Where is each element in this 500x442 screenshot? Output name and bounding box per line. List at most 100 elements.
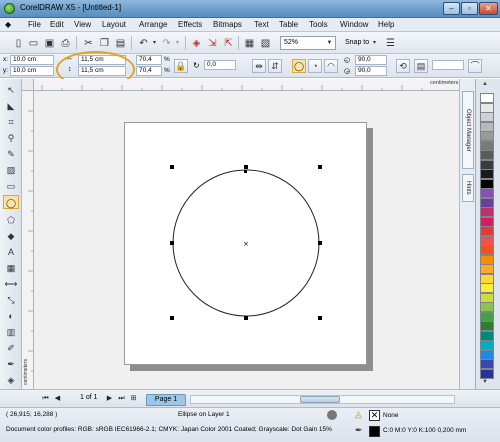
menu-window[interactable]: Window [340,20,368,29]
export-icon[interactable]: ⇱ [222,37,235,50]
paste-icon[interactable]: ▤ [114,37,127,50]
palette-swatch[interactable] [480,273,494,284]
previous-page-icon[interactable]: ◀ [52,393,63,404]
restore-button[interactable]: ▫ [461,2,478,15]
coreldraw-app-icon[interactable] [4,3,15,14]
blend-tool-icon[interactable]: ◐ [3,309,19,323]
scale-y-field[interactable]: 70,4 [136,66,162,76]
y-position-field[interactable]: 10,0 cm [10,66,54,76]
palette-swatch[interactable] [480,311,494,322]
connector-tool-icon[interactable]: ⤡ [3,293,19,307]
palette-swatch[interactable] [480,226,494,236]
scale-x-field[interactable]: 70,4 [136,55,162,65]
redo-dropdown-icon[interactable]: ▾ [171,37,184,50]
palette-swatch[interactable] [480,197,494,208]
menu-table[interactable]: Table [279,20,298,29]
palette-swatch[interactable] [480,302,494,312]
palette-swatch[interactable] [480,340,494,350]
fill-tool-icon[interactable]: ◈ [3,373,19,387]
smart-fill-icon[interactable]: ▨ [3,163,19,177]
outline-width-field[interactable] [432,60,464,70]
palette-swatch[interactable] [480,150,494,160]
ellipse-mode-icon[interactable]: ◯ [292,59,306,73]
palette-scroll-up-icon[interactable]: ▲ [482,81,488,87]
docker-tab-hints[interactable]: Hints [462,174,474,202]
menu-layout[interactable]: Layout [102,20,126,29]
pie-mode-icon[interactable]: ◔ [308,59,322,73]
freehand-tool-icon[interactable]: ✎ [3,147,19,161]
import-icon[interactable]: ⇲ [206,37,219,50]
rectangle-tool-icon[interactable]: ▭ [3,179,19,193]
menu-bitmaps[interactable]: Bitmaps [213,20,242,29]
palette-swatch[interactable] [480,321,494,331]
palette-swatch[interactable] [480,330,494,341]
next-page-icon[interactable]: ▶ [104,393,115,404]
palette-swatch[interactable] [480,254,494,265]
eyedropper-tool-icon[interactable]: ✐ [3,341,19,355]
shape-tool-icon[interactable]: ◣ [3,99,19,113]
palette-swatch[interactable] [480,292,494,303]
palette-swatch[interactable] [480,368,494,379]
table-tool-icon[interactable]: ▦ [3,261,19,275]
options-icon[interactable]: ☰ [384,37,397,50]
end-angle-field[interactable]: 90,0 [355,66,387,76]
transparency-tool-icon[interactable]: ▥ [3,325,19,339]
menu-file[interactable]: File [28,20,41,29]
horizontal-ruler[interactable] [22,79,459,91]
app-menu-icon[interactable]: ◆ [5,20,11,29]
palette-swatch[interactable] [480,112,494,122]
palette-swatch[interactable] [480,102,494,113]
palette-swatch[interactable] [480,283,494,293]
page-tab[interactable]: Page 1 [146,394,186,406]
menu-text[interactable]: Text [254,20,269,29]
palette-swatch[interactable] [480,93,494,103]
rotation-angle-field[interactable]: 0,0 [204,60,236,70]
text-tool-icon[interactable]: A [3,245,19,259]
mirror-horizontal-icon[interactable]: ⇹ [252,59,266,73]
pick-tool-icon[interactable]: ↖ [3,83,19,97]
palette-swatch[interactable] [480,207,494,217]
menu-help[interactable]: Help [378,20,394,29]
first-page-icon[interactable]: ⏮ [40,393,51,404]
snap-to-dropdown[interactable]: Snap to ▾ [341,36,381,50]
save-icon[interactable]: ▣ [43,37,56,50]
outline-color-swatch[interactable] [369,426,380,437]
menu-edit[interactable]: Edit [50,20,64,29]
zoom-level-select[interactable]: 52% ▼ [280,36,336,50]
start-angle-field[interactable]: 90,0 [355,55,387,65]
palette-swatch[interactable] [480,159,494,170]
palette-swatch[interactable] [480,216,494,227]
new-document-icon[interactable]: ▯ [12,37,25,50]
welcome-screen-icon[interactable]: ▧ [259,37,272,50]
polygon-tool-icon[interactable]: ⬠ [3,213,19,227]
lock-ratio-icon[interactable]: 🔒 [174,59,188,73]
minimize-button[interactable]: ‒ [443,2,460,15]
x-position-field[interactable]: 10,0 cm [10,55,54,65]
open-icon[interactable]: ▭ [27,37,40,50]
palette-swatch[interactable] [480,169,494,179]
cut-icon[interactable]: ✂ [82,37,95,50]
menu-effects[interactable]: Effects [178,20,202,29]
application-launcher-icon[interactable]: ▦ [243,37,256,50]
palette-swatch[interactable] [480,349,494,360]
palette-swatch[interactable] [480,140,494,151]
last-page-icon[interactable]: ⏭ [116,393,127,404]
basic-shapes-icon[interactable]: ◆ [3,229,19,243]
mirror-vertical-icon[interactable]: ⇵ [268,59,282,73]
palette-swatch[interactable] [480,245,494,255]
arc-mode-icon[interactable]: ◠ [324,59,338,73]
menu-tools[interactable]: Tools [309,20,328,29]
no-fill-icon[interactable]: ✕ [369,410,380,421]
menu-view[interactable]: View [74,20,91,29]
palette-swatch[interactable] [480,131,494,141]
zoom-tool-icon[interactable]: ⚲ [3,131,19,145]
add-page-icon[interactable]: ⊞ [128,393,139,404]
outline-tool-icon[interactable]: ✒ [3,357,19,371]
ellipse-tool-icon[interactable]: ◯ [3,195,19,209]
ruler-origin[interactable] [22,79,34,91]
convert-to-curves-icon[interactable]: ⌒ [468,59,482,73]
horizontal-scrollbar-thumb[interactable] [300,396,340,403]
direction-icon[interactable]: ⟲ [396,59,410,73]
docker-tab-object-manager[interactable]: Object Manager [462,91,474,169]
palette-swatch[interactable] [480,235,494,246]
